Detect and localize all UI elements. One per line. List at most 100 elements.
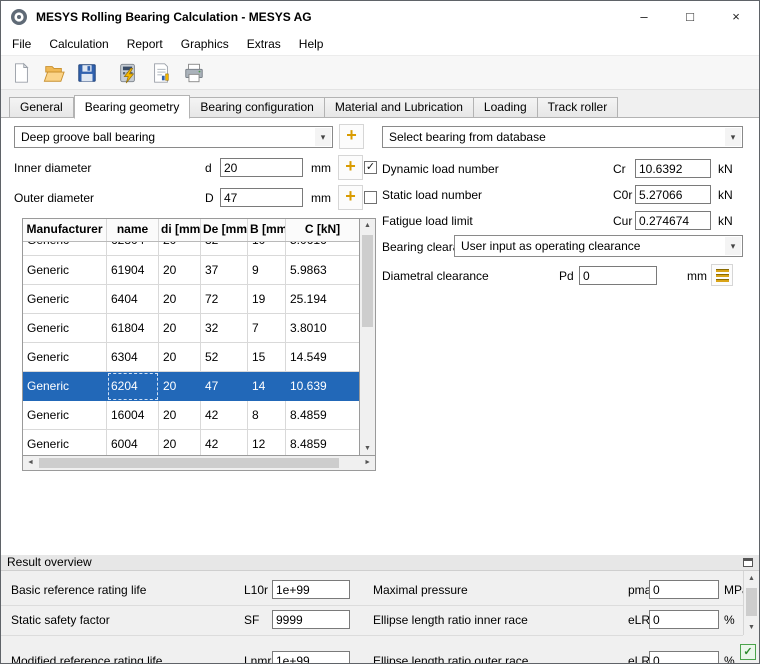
printer-icon: [183, 62, 205, 84]
diametral-clearance-input[interactable]: [579, 266, 657, 285]
result-label: Ellipse length ratio inner race: [373, 613, 528, 627]
add-outer-diameter-button[interactable]: +: [338, 185, 363, 210]
fatigue-load-symbol: Cur: [613, 214, 632, 228]
outer-diameter-checkbox[interactable]: [364, 191, 377, 204]
table-row[interactable]: Generic 6004 20 42 12 8.4859: [23, 430, 359, 456]
add-inner-diameter-button[interactable]: +: [338, 155, 363, 180]
scrollbar-thumb[interactable]: [39, 458, 339, 468]
outer-diameter-input[interactable]: [220, 188, 303, 207]
result-value-input[interactable]: [649, 651, 719, 663]
table-row[interactable]: Generic 62804 20 32 10 5.0616: [23, 242, 359, 256]
col-b[interactable]: B [mm]: [248, 219, 286, 241]
menu-help[interactable]: Help: [290, 34, 333, 54]
result-value-input[interactable]: [649, 610, 719, 629]
new-file-button[interactable]: [7, 59, 35, 87]
table-row[interactable]: Generic 61904 20 37 9 5.9863: [23, 256, 359, 285]
report-icon: [150, 62, 172, 84]
row-separator: [1, 605, 743, 606]
menu-file[interactable]: File: [3, 34, 40, 54]
close-button[interactable]: ×: [713, 1, 759, 32]
bearing-table-grid: Manufacturer name di [mm] De [mm] B [mm]…: [22, 218, 360, 456]
tab-loading[interactable]: Loading: [474, 97, 538, 118]
scroll-down-icon[interactable]: ▼: [360, 445, 375, 452]
open-file-button[interactable]: [40, 59, 68, 87]
result-overview-title: Result overview: [7, 555, 92, 569]
titlebar: MESYS Rolling Bearing Calculation - MESY…: [1, 1, 759, 32]
scroll-left-icon[interactable]: ◄: [27, 459, 34, 466]
scroll-up-icon[interactable]: ▲: [744, 575, 759, 582]
tab-bearing-geometry[interactable]: Bearing geometry: [74, 95, 191, 119]
menu-extras[interactable]: Extras: [238, 34, 290, 54]
print-button[interactable]: [180, 59, 208, 87]
outer-diameter-symbol: D: [205, 191, 214, 205]
scrollbar-thumb[interactable]: [746, 588, 757, 616]
dynamic-load-label: Dynamic load number: [382, 162, 499, 176]
table-row[interactable]: Generic 6304 20 52 15 14.549: [23, 343, 359, 372]
scroll-right-icon[interactable]: ►: [364, 459, 371, 466]
inner-diameter-unit: mm: [311, 161, 331, 175]
result-value-input[interactable]: [272, 610, 350, 629]
result-row: Modified reference rating life Lnmr Elli…: [1, 651, 759, 663]
database-select-combo[interactable]: Select bearing from database ▾: [382, 126, 743, 148]
open-folder-icon: [43, 62, 65, 84]
dynamic-load-input[interactable]: [635, 159, 711, 178]
result-symbol: SF: [244, 613, 259, 627]
app-logo-icon: [10, 8, 28, 26]
undock-panel-icon[interactable]: [743, 558, 753, 567]
bearing-geometry-panel: Deep groove ball bearing ▾ + Inner diame…: [1, 117, 760, 555]
inner-diameter-input[interactable]: [220, 158, 303, 177]
tab-material-lubrication[interactable]: Material and Lubrication: [325, 97, 474, 118]
maximize-button[interactable]: □: [667, 1, 713, 32]
col-de[interactable]: De [mm]: [201, 219, 248, 241]
report-button[interactable]: [147, 59, 175, 87]
tab-track-roller[interactable]: Track roller: [538, 97, 619, 118]
tab-general[interactable]: General: [9, 97, 74, 118]
result-symbol: L10r: [244, 583, 268, 597]
col-c[interactable]: C [kN]: [286, 219, 359, 241]
save-button[interactable]: [73, 59, 101, 87]
scrollbar-thumb[interactable]: [362, 235, 373, 327]
calculate-button[interactable]: [114, 59, 142, 87]
add-bearing-type-button[interactable]: +: [339, 124, 364, 149]
menu-graphics[interactable]: Graphics: [172, 34, 238, 54]
menu-calculation[interactable]: Calculation: [40, 34, 117, 54]
table-row[interactable]: Generic 6404 20 72 19 25.194: [23, 285, 359, 314]
bearing-clearance-combo[interactable]: User input as operating clearance ▾: [454, 235, 743, 257]
table-row-selected[interactable]: Generic 6204 20 47 14 10.639: [23, 372, 359, 401]
result-value-input[interactable]: [272, 580, 350, 599]
result-vertical-scrollbar[interactable]: ▲ ▼: [743, 571, 759, 635]
bearing-type-combo-value: Deep groove ball bearing: [21, 130, 312, 144]
table-vertical-scrollbar[interactable]: ▲ ▼: [360, 218, 376, 456]
result-label: Static safety factor: [11, 613, 110, 627]
result-label: Maximal pressure: [373, 583, 468, 597]
database-select-combo-value: Select bearing from database: [389, 130, 722, 144]
static-load-input[interactable]: [635, 185, 711, 204]
result-unit: %: [724, 613, 735, 627]
result-label: Modified reference rating life: [11, 654, 162, 663]
static-load-label: Static load number: [382, 188, 482, 202]
result-row: Static safety factor SF Ellipse length r…: [1, 610, 759, 632]
col-manufacturer[interactable]: Manufacturer: [23, 219, 107, 241]
inner-diameter-checkbox[interactable]: ✓: [364, 161, 377, 174]
chevron-down-icon: ▾: [725, 128, 741, 146]
tab-bearing-configuration[interactable]: Bearing configuration: [190, 97, 324, 118]
table-horizontal-scrollbar[interactable]: ◄ ►: [22, 456, 376, 471]
bearing-type-combo[interactable]: Deep groove ball bearing ▾: [14, 126, 333, 148]
bearing-clearance-combo-value: User input as operating clearance: [461, 239, 722, 253]
fatigue-load-input[interactable]: [635, 211, 711, 230]
diametral-clearance-unit: mm: [687, 269, 707, 283]
scroll-up-icon[interactable]: ▲: [360, 222, 375, 229]
scroll-down-icon[interactable]: ▼: [744, 624, 759, 631]
result-value-input[interactable]: [272, 651, 350, 663]
clearance-options-button[interactable]: [711, 264, 733, 286]
table-row[interactable]: Generic 16004 20 42 8 8.4859: [23, 401, 359, 430]
col-di[interactable]: di [mm]: [159, 219, 201, 241]
tabbar: General Bearing geometry Bearing configu…: [9, 96, 618, 118]
col-name[interactable]: name: [107, 219, 159, 241]
minimize-button[interactable]: –: [621, 1, 667, 32]
table-row[interactable]: Generic 61804 20 32 7 3.8010: [23, 314, 359, 343]
menu-report[interactable]: Report: [118, 34, 172, 54]
result-value-input[interactable]: [649, 580, 719, 599]
new-file-icon: [10, 62, 32, 84]
calculation-status-icon: ✓: [740, 644, 756, 660]
